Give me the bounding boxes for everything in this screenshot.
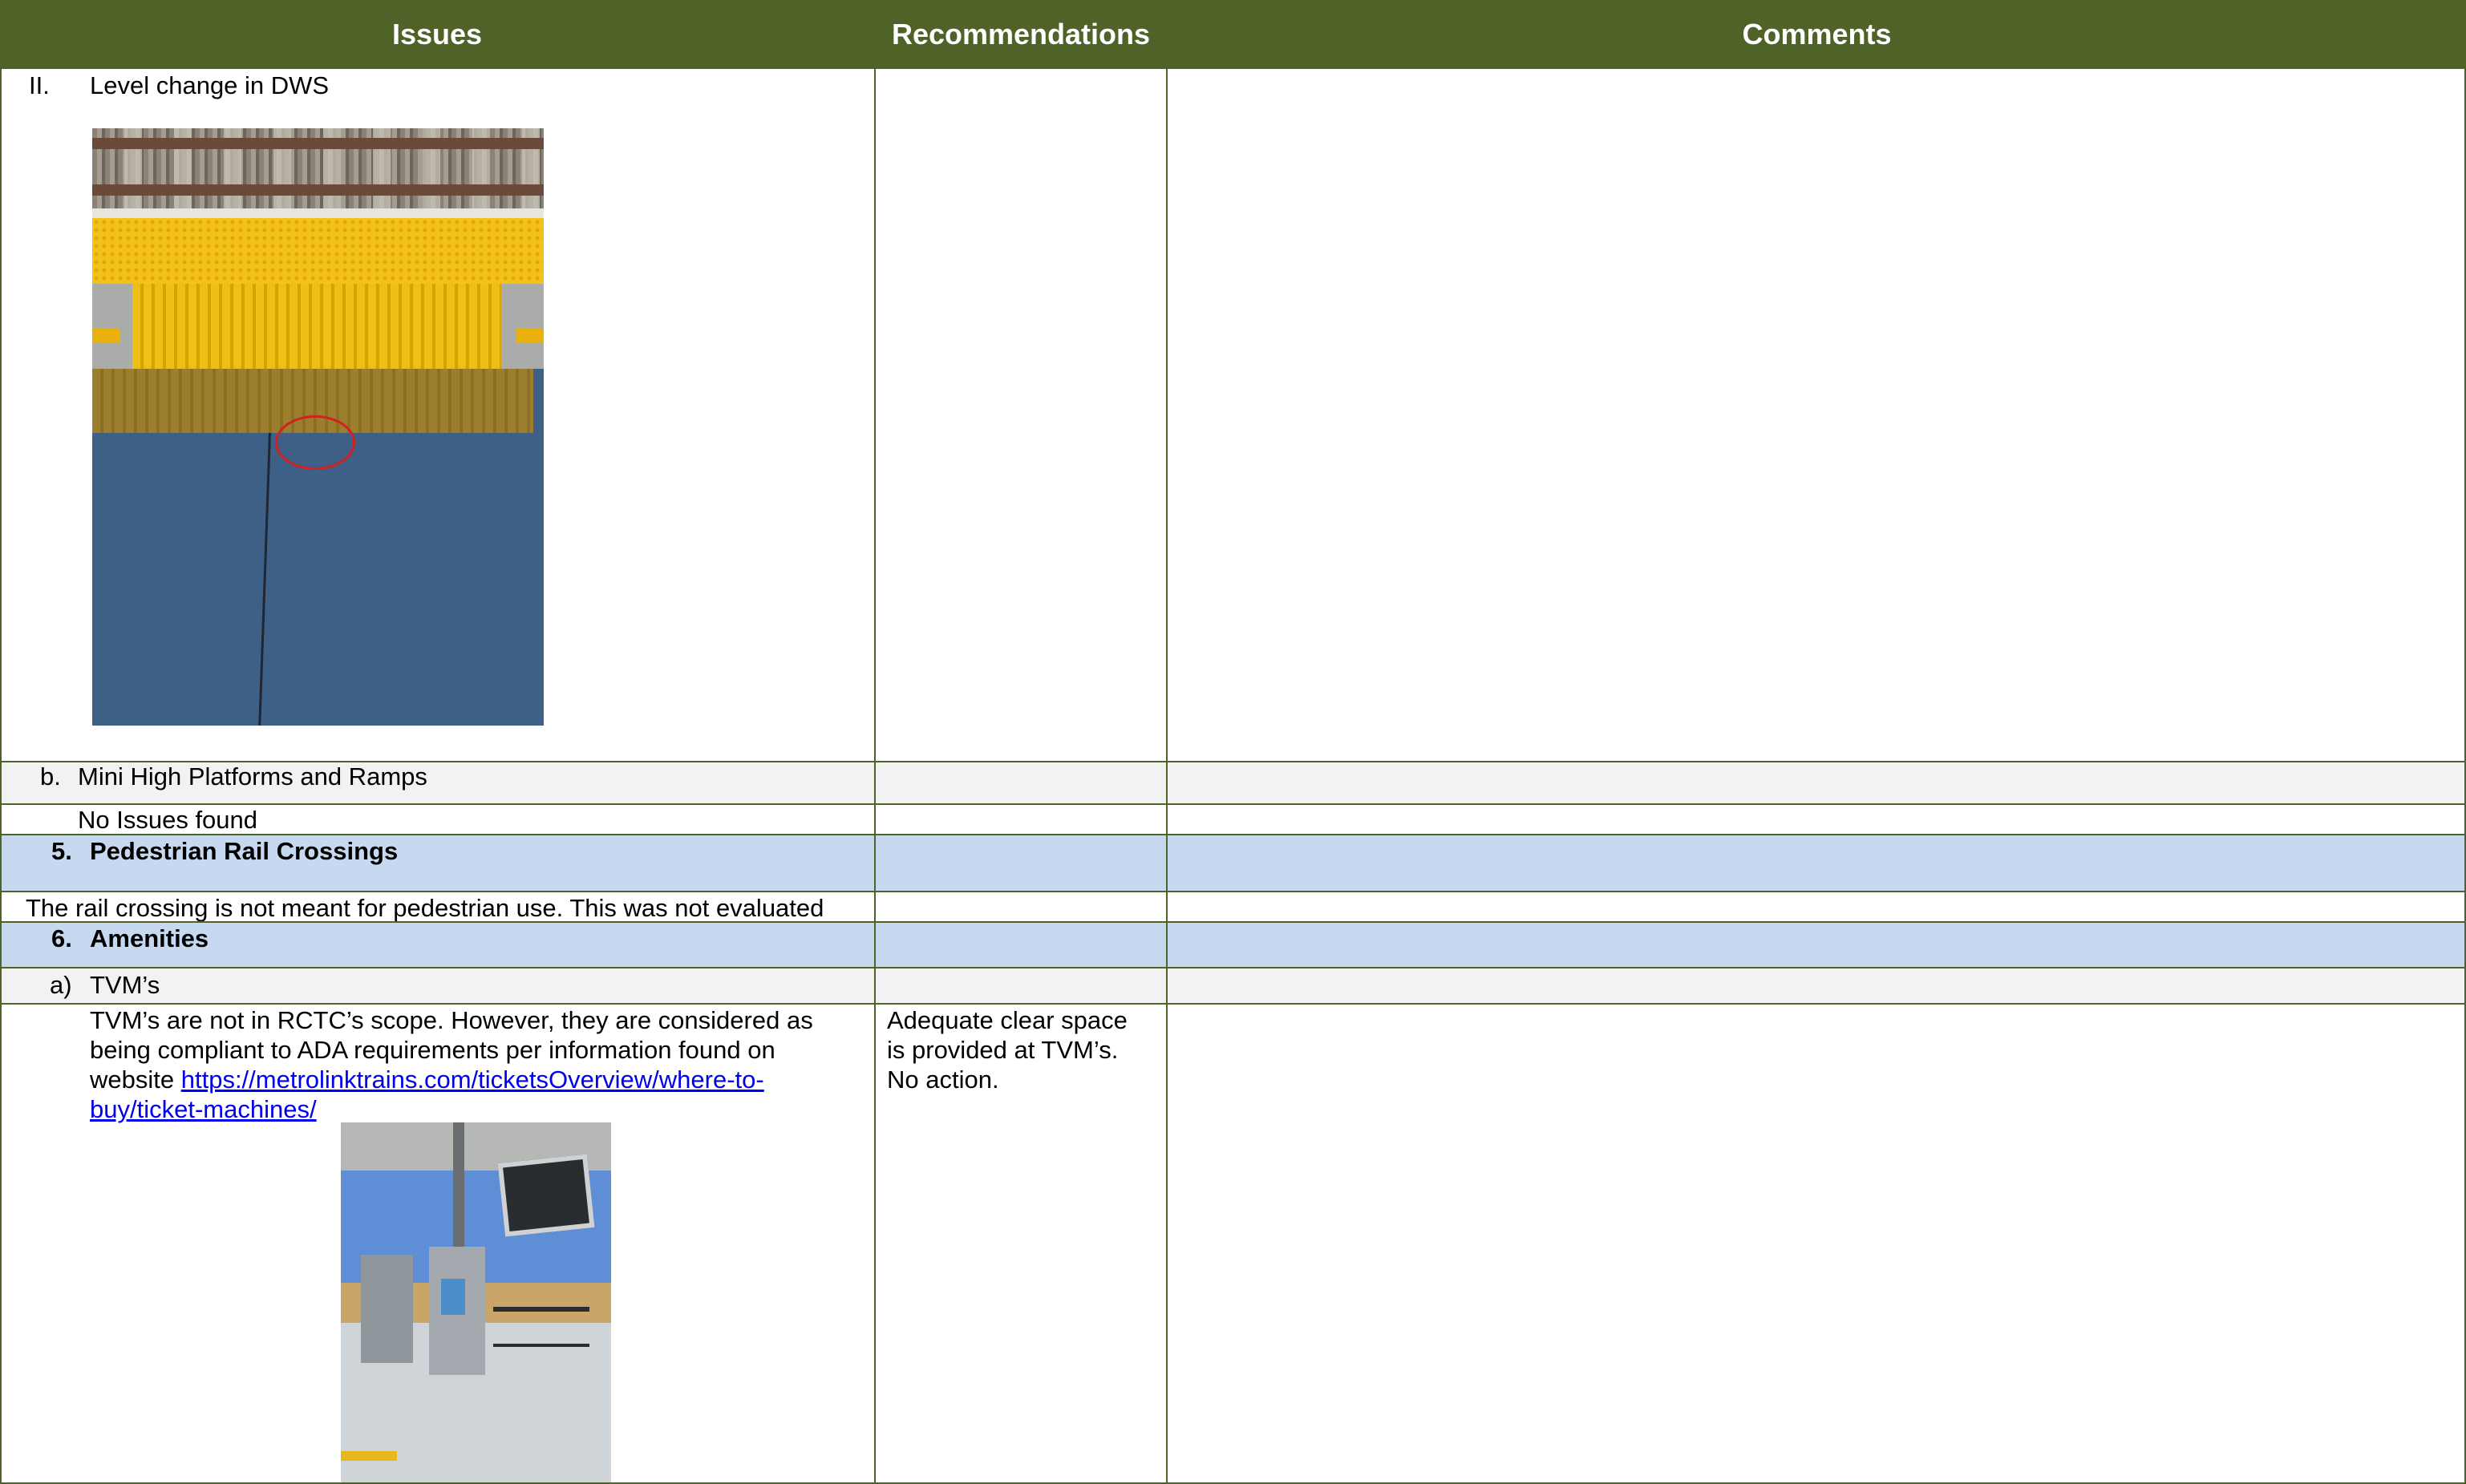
- row-divider: [0, 803, 2466, 805]
- tvm-text-line-2: being compliant to ADA requirements per …: [90, 1036, 775, 1064]
- row-divider: [0, 967, 2466, 968]
- header-comments: Comments: [1742, 18, 1892, 51]
- row-divider: [0, 0, 2466, 2]
- row-title-amenities: Amenities: [90, 924, 209, 952]
- row-divider: [0, 1003, 2466, 1005]
- display-screen-icon: [497, 1154, 595, 1237]
- photo-tactile-warning-strip: [92, 128, 544, 726]
- row-divider: [0, 761, 2466, 762]
- column-divider-1: [874, 0, 876, 1484]
- row-marker: 6.: [51, 924, 72, 952]
- row-title-tvms: TVM’s: [90, 971, 160, 999]
- row-marker: II.: [29, 71, 50, 99]
- tvm-recommendation-line-2: is provided at TVM’s.: [887, 1036, 1119, 1064]
- row-amenities-background: [0, 923, 2466, 968]
- metrolink-ticket-machines-link-continued[interactable]: buy/ticket-machines/: [90, 1095, 317, 1123]
- row-divider: [0, 834, 2466, 835]
- metrolink-ticket-machines-link[interactable]: https://metrolinktrains.com/ticketsOverv…: [181, 1065, 764, 1094]
- tvm-recommendation-line-1: Adequate clear space: [887, 1006, 1128, 1034]
- column-divider-2: [1166, 0, 1168, 1484]
- row-marker: b.: [40, 762, 61, 791]
- row-divider: [0, 891, 2466, 892]
- tvm-text-line-3: website https://metrolinktrains.com/tick…: [90, 1065, 764, 1094]
- tvm-text-prefix: website: [90, 1065, 181, 1094]
- row-title-ped-crossings: Pedestrian Rail Crossings: [90, 837, 399, 865]
- table-border-left: [0, 0, 2, 1484]
- annotation-circle-icon: [275, 415, 355, 470]
- row-marker: a): [50, 971, 72, 999]
- row-divider: [0, 921, 2466, 923]
- row-marker: 5.: [51, 837, 72, 865]
- tvm-text-line-4: buy/ticket-machines/: [90, 1094, 317, 1124]
- row-tvms-background: [0, 968, 2466, 1004]
- row-title-level-change: Level change in DWS: [90, 71, 330, 99]
- photo-tvm-station: [341, 1122, 611, 1484]
- tvm-recommendation-line-3: No action.: [887, 1065, 999, 1094]
- row-title-mini-high: Mini High Platforms and Ramps: [78, 762, 427, 791]
- no-issues-text: No Issues found: [78, 806, 258, 834]
- header-issues: Issues: [391, 18, 483, 51]
- rail-crossing-note: The rail crossing is not meant for pedes…: [26, 894, 824, 922]
- review-table: Issues Recommendations Comments II. Leve…: [0, 0, 2466, 1484]
- tvm-text-line-1: TVM’s are not in RCTC’s scope. However, …: [90, 1006, 813, 1034]
- header-recommendations: Recommendations: [891, 18, 1151, 51]
